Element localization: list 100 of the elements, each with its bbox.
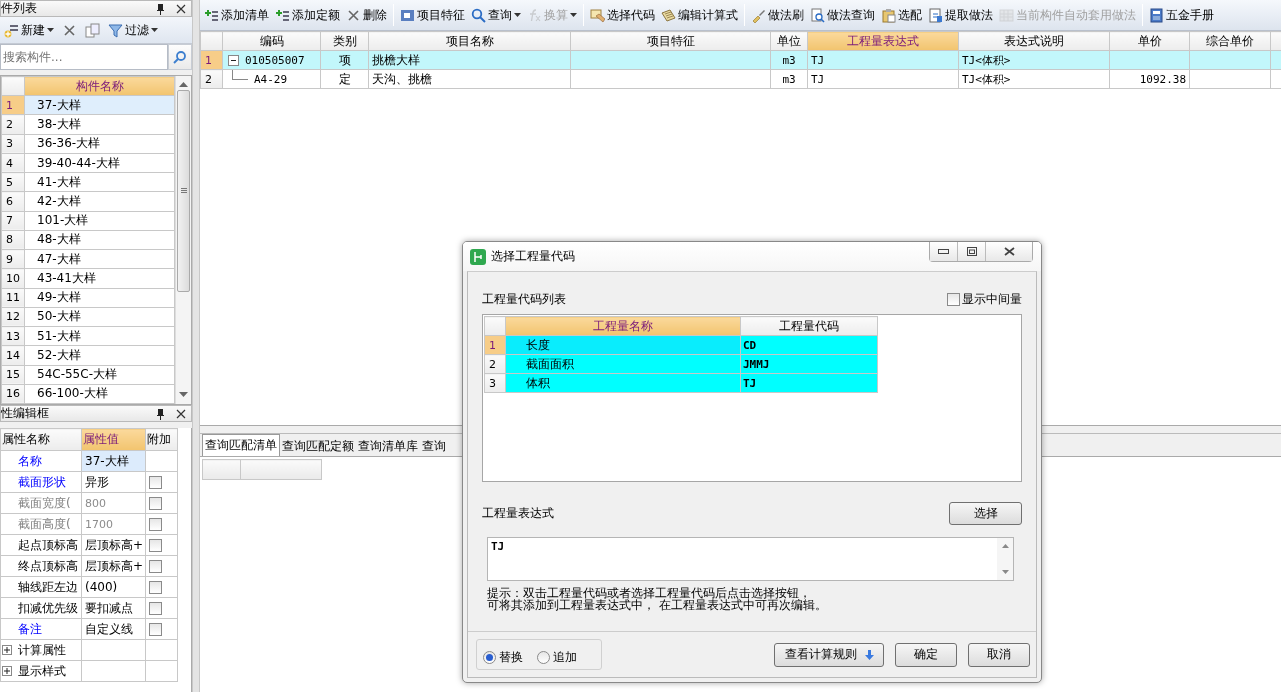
scroll-up-icon [179,82,188,88]
list-item[interactable]: 66-100-大样 [24,384,175,404]
list-item[interactable]: 54C-55C-大样 [24,365,175,385]
minimize-button[interactable] [930,242,958,261]
checkbox[interactable] [149,580,162,594]
list-row[interactable]: 7 101-大样 [1,211,175,231]
column-header[interactable]: 单价 [1109,31,1190,51]
list-row[interactable]: 3 36-36-大样 [1,134,175,154]
toolbar-button[interactable]: 新建 [2,19,56,41]
column-header[interactable]: 类别 [320,31,369,51]
checkbox[interactable] [149,559,162,573]
list-item[interactable]: 42-大样 [24,191,175,212]
toolbar-button[interactable]: 添加清单 [202,3,271,27]
toolbar-button[interactable]: 选择代码 [588,3,657,27]
list-row[interactable]: 10 43-41大样 [1,268,175,289]
column-header[interactable]: 工程量代码 [740,316,878,336]
checkbox[interactable] [947,293,960,306]
toolbar-button[interactable]: 五金手册 [1147,3,1216,27]
column-header[interactable]: 工程量名称 [505,316,741,336]
column-header[interactable]: 单位 [770,31,808,51]
list-row[interactable]: 2 38-大样 [1,114,175,135]
list-item[interactable]: 50-大样 [24,307,175,327]
table-row[interactable]: 1 长度 CD [484,335,878,355]
list-item[interactable]: 48-大样 [24,230,175,250]
list-item[interactable]: 36-36-大样 [24,134,175,154]
search-field[interactable]: 搜索构件... [0,44,168,70]
property-value[interactable]: 层顶标高+ [81,534,146,556]
table-row[interactable]: 3 体积 TJ [484,373,878,393]
radio-button[interactable] [537,651,550,664]
list-item[interactable]: 52-大样 [24,345,175,365]
list-row[interactable]: 13 51-大样 [1,326,175,346]
column-header[interactable]: 表达式说明 [958,31,1110,51]
column-header[interactable]: 项目特征 [570,31,771,51]
toolbar-button[interactable]: 编辑计算式 [659,3,740,27]
list-row[interactable]: 12 50-大样 [1,307,175,327]
list-row[interactable]: 11 49-大样 [1,288,175,308]
maximize-button[interactable] [958,242,986,261]
expand-icon[interactable] [2,666,12,676]
checkbox[interactable] [149,475,162,489]
checkbox-option[interactable]: 显示中间量 [947,291,1022,308]
checkbox[interactable] [149,601,162,615]
checkbox[interactable] [149,622,162,636]
list-row[interactable]: 15 54C-55C-大样 [1,365,175,385]
list-item[interactable]: 49-大样 [24,288,175,308]
toolbar-button[interactable]: 做法查询 [808,3,877,27]
property-value[interactable]: 自定义线 [81,618,146,640]
list-row[interactable]: 5 41-大样 [1,172,175,192]
toolbar-button[interactable]: 查询 [469,3,523,27]
list-item[interactable]: 47-大样 [24,249,175,269]
list-row[interactable]: 9 47-大样 [1,249,175,269]
property-value[interactable]: (400) [81,576,146,598]
select-button[interactable]: 选择 [949,502,1022,525]
list-row[interactable]: 1 37-大样 [1,95,175,115]
collapse-icon[interactable] [228,55,239,66]
list-row[interactable]: 14 52-大样 [1,345,175,365]
column-header[interactable]: 编码 [222,31,321,51]
toolbar-button[interactable]: 删除 [344,3,389,27]
tab[interactable]: 查询匹配定额 [280,436,356,456]
checkbox[interactable] [149,538,162,552]
list-item[interactable]: 39-40-44-大样 [24,153,175,173]
list-row[interactable]: 4 39-40-44-大样 [1,153,175,173]
list-row[interactable]: 16 66-100-大样 [1,384,175,404]
column-header[interactable]: 项目名称 [368,31,571,51]
list-item[interactable]: 38-大样 [24,114,175,135]
column-header[interactable]: 附加 [145,428,178,451]
scrollbar[interactable] [175,76,191,404]
column-header[interactable]: 综合单价 [1189,31,1271,51]
toolbar-button[interactable]: 提取做法 [926,3,995,27]
list-item[interactable]: 51-大样 [24,326,175,346]
column-header[interactable]: 属性名称 [0,428,82,451]
dialog-button[interactable]: 确定 [895,642,957,667]
property-value[interactable]: 层顶标高+ [81,555,146,577]
toolbar-button[interactable]: 做法刷 [749,3,806,27]
list-item[interactable]: 43-41大样 [24,268,175,289]
toolbar-button[interactable]: 添加定额 [273,3,342,27]
toolbar-button[interactable]: 选配 [879,3,924,27]
list-item[interactable]: 101-大样 [24,211,175,231]
list-row[interactable]: 6 42-大样 [1,191,175,212]
list-item[interactable]: 41-大样 [24,172,175,192]
tab[interactable]: 查询清单库 [356,436,420,456]
table-row[interactable]: 2 A4-29 定 天沟、挑檐 m3 TJ TJ<体积> 1092.38 [200,69,1281,89]
radio-button[interactable] [483,651,496,664]
radio-option[interactable]: 追加 [537,649,577,666]
column-header[interactable]: 工程量表达式 [807,31,959,51]
rules-button[interactable]: 查看计算规则 [774,642,884,667]
toolbar-button[interactable]: 项目特征 [398,3,467,27]
tab[interactable]: 查询 [420,436,448,456]
property-value[interactable]: 要扣减点 [81,597,146,619]
radio-option[interactable]: 替换 [483,649,523,666]
toolbar-button[interactable]: 过滤 [106,19,160,41]
table-row[interactable]: 2 截面面积 JMMJ [484,354,878,374]
list-row[interactable]: 8 48-大样 [1,230,175,250]
table-row[interactable]: 1 010505007 项 挑檐大样 m3 TJ TJ<体积> [200,50,1281,70]
column-header[interactable]: 属性值 [81,428,146,451]
column-header[interactable]: 构件名称 [24,76,175,96]
property-value[interactable]: 异形 [81,471,146,493]
tab[interactable]: 查询匹配清单 [202,434,280,456]
dialog-button[interactable]: 取消 [968,642,1030,667]
search-button[interactable] [168,44,192,70]
expand-icon[interactable] [2,645,12,655]
